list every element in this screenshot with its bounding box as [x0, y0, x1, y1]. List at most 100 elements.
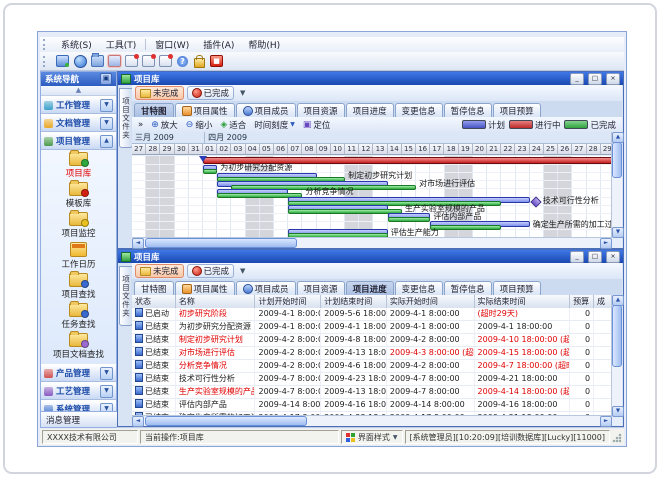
- column-header-预算[interactable]: 预算: [570, 295, 594, 308]
- message-manager-tab[interactable]: 消息管理: [40, 411, 127, 428]
- sidebar-item-项目库[interactable]: 项目库: [41, 152, 116, 179]
- sidebar-item-项目监控[interactable]: 项目监控: [41, 212, 116, 239]
- sidebar-group-4[interactable]: 工艺管理▼: [41, 382, 116, 400]
- minimize-button[interactable]: _: [570, 73, 584, 85]
- gantt-tab-项目属性[interactable]: 项目属性: [175, 103, 235, 117]
- table-row[interactable]: 已结束制定初步研究计划2009-4-2 8:00:002009-4-8 18:0…: [132, 334, 612, 347]
- column-header-计划开始时间[interactable]: 计划开始时间: [255, 295, 321, 308]
- exit-icon-button[interactable]: ■: [209, 54, 224, 68]
- filter-more-dropdown[interactable]: ▼: [237, 267, 248, 275]
- chevron-down-icon[interactable]: ▼: [100, 99, 113, 112]
- progress-panel-titlebar[interactable]: 项目库 _ □ ×: [118, 250, 623, 263]
- lock-icon-button[interactable]: [192, 54, 207, 68]
- project-folder-sidetab[interactable]: 项目文件夹: [119, 88, 133, 148]
- filter-unfinished-button[interactable]: 未完成: [135, 264, 184, 278]
- column-header-计划结束时间[interactable]: 计划结束时间: [321, 295, 387, 308]
- scroll-right-icon[interactable]: ►: [600, 238, 612, 249]
- pin-icon[interactable]: ▣: [100, 73, 112, 85]
- progress-tab-项目成员[interactable]: 项目成员: [236, 281, 296, 295]
- zoom-out-button[interactable]: ⊖缩小: [183, 118, 216, 132]
- vscroll-thumb[interactable]: [612, 305, 622, 367]
- table-row[interactable]: 已启动初步研究阶段2009-4-1 8:00:002009-5-6 18:00:…: [132, 308, 612, 321]
- sidebar-group-0[interactable]: 工作管理▼: [41, 96, 116, 114]
- table-row[interactable]: 已结束技术可行性分析2009-4-7 8:00:002009-4-23 18:0…: [132, 373, 612, 386]
- column-header-状态[interactable]: 状态: [132, 295, 176, 308]
- chevron-down-icon[interactable]: ▼: [100, 117, 113, 130]
- help-icon-button[interactable]: ?: [175, 54, 190, 68]
- progress-tab-项目属性[interactable]: 项目属性: [175, 281, 235, 295]
- column-header-名称[interactable]: 名称: [176, 295, 256, 308]
- filter-finished-button[interactable]: 已完成: [187, 86, 235, 100]
- filter-more-dropdown[interactable]: ▼: [237, 89, 248, 97]
- actual-bar-为初步研究分配资源[interactable]: [203, 169, 217, 174]
- menu-item-4[interactable]: 帮助(H): [241, 37, 287, 52]
- gantt-panel-titlebar[interactable]: 项目库 _ □ ×: [118, 72, 623, 85]
- filter-finished-button[interactable]: 已完成: [187, 264, 235, 278]
- gantt-vscrollbar[interactable]: ▲ ▼: [611, 132, 622, 238]
- filter-unfinished-button[interactable]: 未完成: [135, 86, 184, 100]
- column-header-实际开始时间[interactable]: 实际开始时间: [387, 295, 475, 308]
- time-scale-button[interactable]: 时间刻度▼: [251, 118, 298, 132]
- menu-item-2[interactable]: 窗口(W): [148, 37, 196, 52]
- vscroll-thumb[interactable]: [612, 142, 622, 178]
- column-header-成[interactable]: 成: [594, 295, 612, 308]
- menu-item-0[interactable]: 系统(S): [54, 37, 99, 52]
- progress-tab-甘特图[interactable]: 甘特图: [134, 281, 174, 295]
- column-header-实际结束时间[interactable]: 实际结束时间: [475, 295, 571, 308]
- table-row[interactable]: 已结束生产实验室规模的产品2009-4-7 8:00:002009-4-13 1…: [132, 386, 612, 399]
- table-row[interactable]: 已结束分析竞争情况2009-4-2 8:00:002009-4-6 18:00:…: [132, 360, 612, 373]
- gantt-tab-项目资源[interactable]: 项目资源: [297, 103, 345, 117]
- gantt-tab-变更信息[interactable]: 变更信息: [395, 103, 443, 117]
- network-icon-button[interactable]: [73, 54, 88, 68]
- zoom-in-button[interactable]: ⊕放大: [148, 118, 181, 132]
- progress-tab-暂停信息[interactable]: 暂停信息: [444, 281, 492, 295]
- report-remove-icon-button[interactable]: [158, 54, 173, 68]
- table-row[interactable]: 已结束为初步研究分配资源2009-4-1 8:00:002009-4-1 18:…: [132, 321, 612, 334]
- table-hscrollbar[interactable]: ◄ ►: [132, 415, 612, 426]
- locate-button[interactable]: ▣定位: [300, 118, 334, 132]
- sidebar-group-1[interactable]: 文档管理▼: [41, 114, 116, 132]
- report-add-icon-button[interactable]: [141, 54, 156, 68]
- sidebar-item-项目文档查找[interactable]: 项目文档查找: [41, 333, 116, 360]
- scroll-left-icon[interactable]: ◄: [132, 416, 144, 427]
- scroll-down-icon[interactable]: ▼: [612, 227, 624, 238]
- scroll-down-icon[interactable]: ▼: [612, 406, 624, 417]
- chevron-up-icon[interactable]: ▲: [100, 135, 113, 148]
- hscroll-thumb[interactable]: [145, 238, 297, 248]
- table-row[interactable]: 已结束评估内部产品2009-4-14 8:00:002009-4-16 18:0…: [132, 399, 612, 412]
- progress-tab-项目资源[interactable]: 项目资源: [297, 281, 345, 295]
- close-button[interactable]: ×: [606, 251, 620, 263]
- gantt-tab-项目预算[interactable]: 项目预算: [493, 103, 541, 117]
- actual-bar-评估内部产品[interactable]: [388, 217, 431, 222]
- ui-style-selector[interactable]: 界面样式 ▼: [341, 430, 403, 444]
- progress-tab-变更信息[interactable]: 变更信息: [395, 281, 443, 295]
- actual-bar-确定生产所需的加工过程[interactable]: [430, 225, 501, 230]
- minimize-button[interactable]: _: [570, 251, 584, 263]
- save-icon-button[interactable]: [107, 54, 122, 68]
- menu-item-1[interactable]: 工具(T): [99, 37, 144, 52]
- table-vscrollbar[interactable]: ▲ ▼: [611, 295, 622, 417]
- gantt-tab-项目成员[interactable]: 项目成员: [236, 103, 296, 117]
- fit-button[interactable]: ◈适合: [217, 118, 249, 132]
- gantt-tab-项目进度[interactable]: 项目进度: [346, 103, 394, 117]
- scroll-left-icon[interactable]: ◄: [132, 238, 144, 249]
- folder-open-icon-button[interactable]: [90, 54, 105, 68]
- chevron-down-icon[interactable]: ▼: [100, 385, 113, 398]
- sidebar-scroll-up[interactable]: ▲: [41, 86, 116, 96]
- more-tools-button[interactable]: »: [135, 119, 146, 131]
- sidebar-item-模板库[interactable]: 模板库: [41, 182, 116, 209]
- sidebar-item-项目查找[interactable]: 项目查找: [41, 273, 116, 300]
- menu-item-3[interactable]: 插件(A): [196, 37, 241, 52]
- chevron-down-icon[interactable]: ▼: [100, 367, 113, 380]
- sidebar-item-工作日历[interactable]: 工作日历: [41, 242, 116, 270]
- resize-grip[interactable]: [612, 431, 622, 443]
- progress-tab-项目预算[interactable]: 项目预算: [493, 281, 541, 295]
- gantt-hscrollbar[interactable]: ◄ ►: [132, 237, 612, 248]
- mail-icon-button[interactable]: [124, 54, 139, 68]
- gantt-tab-暂停信息[interactable]: 暂停信息: [444, 103, 492, 117]
- sidebar-item-任务查找[interactable]: 任务查找: [41, 303, 116, 330]
- hscroll-thumb[interactable]: [145, 416, 307, 426]
- workspace-icon-button[interactable]: [55, 54, 70, 68]
- restore-button[interactable]: □: [588, 73, 602, 85]
- table-row[interactable]: 已结束对市场进行评估2009-4-2 8:00:002009-4-13 18:0…: [132, 347, 612, 360]
